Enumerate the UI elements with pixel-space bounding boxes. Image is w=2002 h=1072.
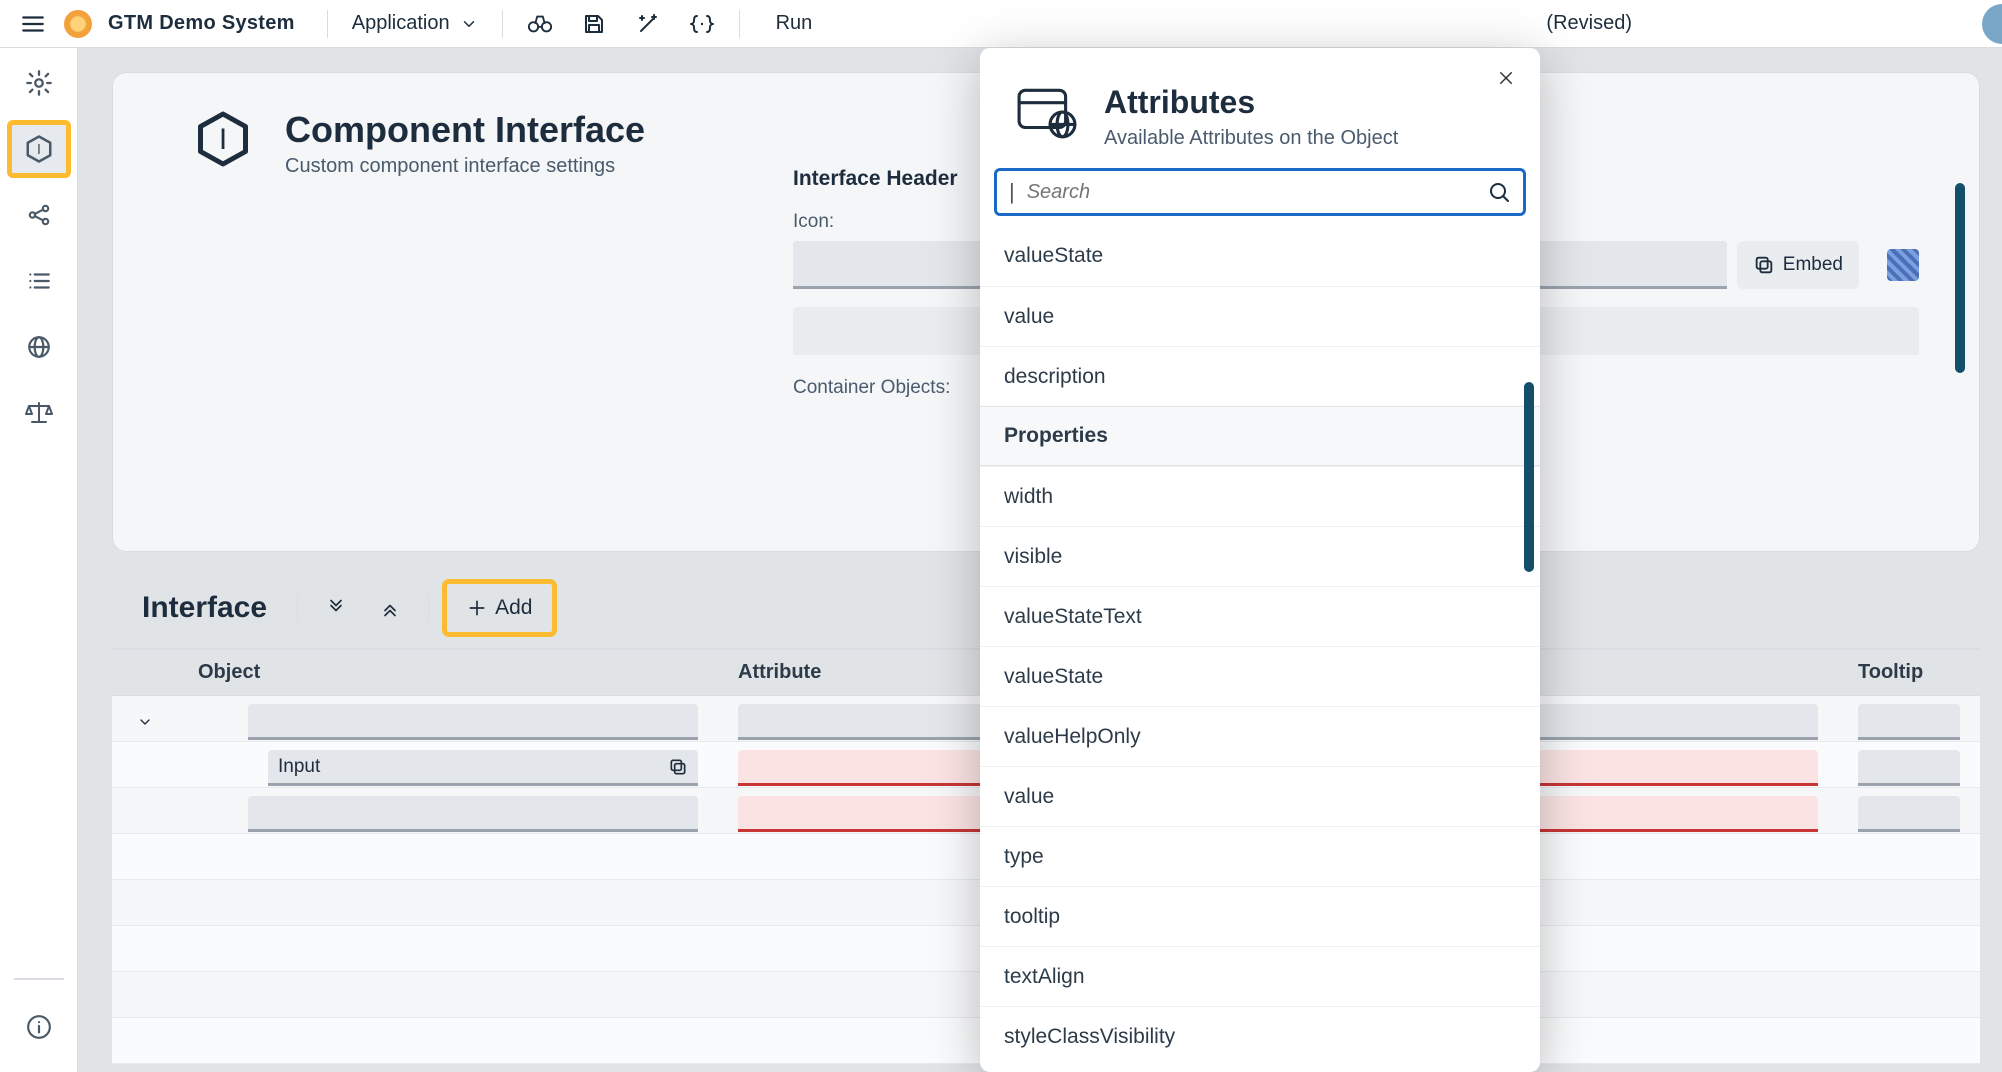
list-item[interactable]: value xyxy=(980,766,1540,826)
list-item[interactable]: width xyxy=(980,466,1540,526)
share-icon[interactable] xyxy=(9,188,69,242)
list-item[interactable]: description xyxy=(980,346,1540,406)
left-nav: I xyxy=(0,48,78,1072)
run-button[interactable]: Run xyxy=(754,12,835,35)
list-section-header: Properties xyxy=(980,406,1540,466)
globe-icon[interactable] xyxy=(9,320,69,374)
col-tooltip: Tooltip xyxy=(1838,661,1980,684)
application-dropdown-label: Application xyxy=(352,12,450,35)
chevron-down-icon xyxy=(137,714,153,730)
list-item[interactable]: textAlign xyxy=(980,946,1540,1006)
close-button[interactable] xyxy=(1490,62,1522,94)
svg-text:I: I xyxy=(36,141,40,158)
scale-icon[interactable] xyxy=(9,386,69,440)
modal-subtitle: Available Attributes on the Object xyxy=(1104,127,1398,150)
binoculars-icon[interactable] xyxy=(517,4,563,44)
card-scrollbar[interactable] xyxy=(1955,183,1965,373)
svg-text:I: I xyxy=(219,123,227,156)
list-item[interactable]: visible xyxy=(980,526,1540,586)
save-icon[interactable] xyxy=(571,4,617,44)
interface-section-title: Interface xyxy=(142,591,267,625)
info-icon[interactable] xyxy=(9,1000,69,1054)
close-icon xyxy=(1497,69,1515,87)
attributes-modal: Attributes Available Attributes on the O… xyxy=(980,48,1540,1072)
list-item[interactable]: valueHelpOnly xyxy=(980,706,1540,766)
row-toggle[interactable] xyxy=(112,714,178,730)
tooltip-field[interactable] xyxy=(1858,704,1960,740)
search-field[interactable]: | xyxy=(994,168,1526,216)
object-field[interactable]: Input xyxy=(268,750,698,786)
gear-icon[interactable] xyxy=(9,56,69,110)
tooltip-field[interactable] xyxy=(1858,796,1960,832)
search-icon xyxy=(1487,180,1511,204)
expand-all-button[interactable] xyxy=(314,588,358,628)
code-braces-icon[interactable] xyxy=(679,4,725,44)
object-field[interactable] xyxy=(248,704,698,740)
list-item[interactable]: valueState xyxy=(980,646,1540,706)
add-button[interactable]: Add xyxy=(449,588,550,628)
modal-title: Attributes xyxy=(1104,84,1398,121)
interface-logo-icon: I xyxy=(193,109,253,169)
attributes-modal-icon xyxy=(1016,84,1078,146)
avatar[interactable] xyxy=(1978,0,2002,48)
tooltip-field[interactable] xyxy=(1858,750,1960,786)
revised-label: (Revised) xyxy=(1546,12,1632,35)
list-item[interactable]: tooltip xyxy=(980,886,1540,946)
add-button-highlight: Add xyxy=(445,582,554,634)
add-button-label: Add xyxy=(495,596,532,620)
brand-logo xyxy=(64,10,92,38)
topbar: GTM Demo System Application Run (Revised… xyxy=(0,0,2002,48)
object-field[interactable] xyxy=(248,796,698,832)
list-item[interactable]: type xyxy=(980,826,1540,886)
list-item[interactable]: styleClassVisibility xyxy=(980,1006,1540,1066)
modal-scrollbar[interactable] xyxy=(1524,382,1534,572)
list-icon[interactable] xyxy=(9,254,69,308)
col-object: Object xyxy=(178,661,718,684)
embed-button-label: Embed xyxy=(1783,254,1843,276)
attributes-list: valueState value description Properties … xyxy=(980,226,1540,1072)
copy-icon[interactable] xyxy=(668,757,688,777)
brand-name: GTM Demo System xyxy=(108,12,295,35)
embed-button[interactable]: Embed xyxy=(1737,241,1859,289)
hamburger-icon[interactable] xyxy=(10,4,56,44)
list-item[interactable]: value xyxy=(980,286,1540,346)
object-field-value: Input xyxy=(278,756,320,778)
collapse-all-button[interactable] xyxy=(368,588,412,628)
component-interface-nav[interactable]: I xyxy=(9,122,69,176)
magic-wand-icon[interactable] xyxy=(625,4,671,44)
application-dropdown[interactable]: Application xyxy=(342,12,488,35)
list-item[interactable]: valueStateText xyxy=(980,586,1540,646)
icon-preview-chip xyxy=(1887,249,1919,281)
list-item[interactable]: valueState xyxy=(980,226,1540,286)
copy-icon xyxy=(1753,254,1775,276)
search-input[interactable] xyxy=(1025,180,1479,205)
chevron-down-icon xyxy=(460,15,478,33)
plus-icon xyxy=(467,598,487,618)
